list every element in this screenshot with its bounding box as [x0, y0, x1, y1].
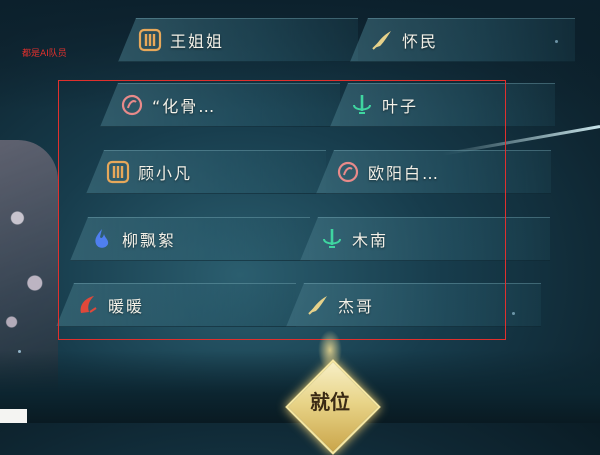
team-label: 都是AI队员	[22, 49, 67, 59]
player-slot-1[interactable]: 王姐姐	[118, 18, 358, 62]
player-name: 王姐姐	[170, 32, 225, 51]
ready-button[interactable]: 就位	[285, 359, 381, 455]
gold-gear-icon	[138, 28, 162, 52]
sparkle	[18, 350, 21, 353]
selection-highlight-box	[58, 80, 506, 340]
corner-bar	[0, 409, 27, 423]
gold-wing-icon	[372, 31, 391, 50]
player-slot-2[interactable]: 怀民	[350, 18, 575, 62]
player-name: 怀民	[402, 32, 439, 51]
ready-button-label: 就位	[310, 390, 350, 414]
